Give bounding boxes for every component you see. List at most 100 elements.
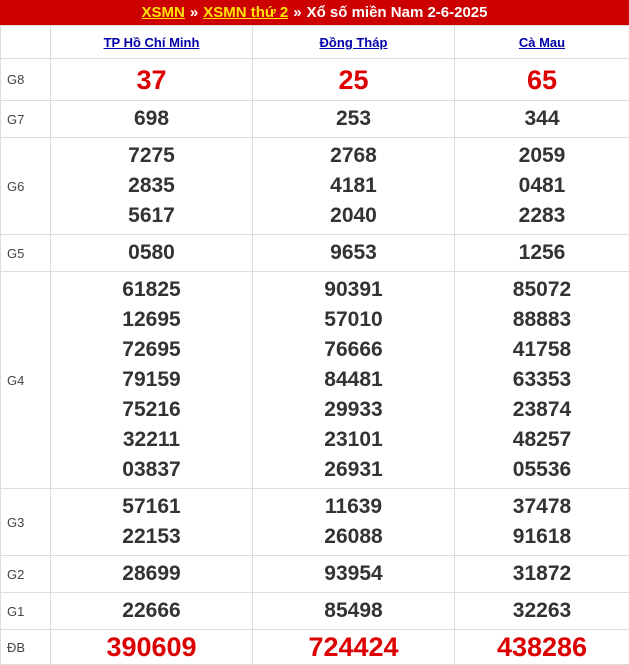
result-number: 32211 [51,425,252,455]
result-number: 2835 [51,171,252,201]
result-cell: 28699 [51,556,253,593]
result-number: 11639 [253,492,454,522]
result-cell: 37 [51,59,253,101]
result-number: 48257 [455,425,629,455]
result-cell: 85072888834175863353238744825705536 [455,272,629,489]
result-number: 26931 [253,455,454,485]
prize-row: G5058096531256 [1,235,629,272]
result-number: 0481 [455,171,629,201]
province-link-ca-mau[interactable]: Cà Mau [519,35,565,50]
province-header: TP Hồ Chí Minh [51,26,253,59]
result-cell: 31872 [455,556,629,593]
result-cell: 9653 [253,235,455,272]
breadcrumb-link-xsmn[interactable]: XSMN [142,4,185,21]
result-number: 23101 [253,425,454,455]
result-number: 41758 [455,335,629,365]
prize-row: G6727528355617276841812040205904812283 [1,138,629,235]
result-number: 29933 [253,395,454,425]
province-link-tp-ho-chi-minh[interactable]: TP Hồ Chí Minh [104,35,200,50]
prize-label: G4 [1,272,51,489]
result-number: 2283 [455,201,629,231]
result-number: 91618 [455,522,629,552]
result-cell: 93954 [253,556,455,593]
result-number: 85072 [455,275,629,305]
result-number: 26088 [253,522,454,552]
result-number: 37478 [455,492,629,522]
result-number: 9653 [253,238,454,268]
result-cell: 698 [51,101,253,138]
breadcrumb-separator: » [293,4,301,21]
result-cell: 724424 [253,630,455,665]
result-cell: 438286 [455,630,629,665]
province-link-dong-thap[interactable]: Đồng Tháp [320,35,388,50]
result-cell: 32263 [455,593,629,630]
result-number: 1256 [455,238,629,268]
result-number: 698 [51,104,252,134]
result-number: 25 [253,65,454,95]
result-number: 75216 [51,395,252,425]
result-number: 4181 [253,171,454,201]
result-number: 22666 [51,596,252,626]
result-number: 2768 [253,141,454,171]
result-number: 5617 [51,201,252,231]
breadcrumb-separator: » [190,4,198,21]
result-cell: 61825126957269579159752163221103837 [51,272,253,489]
result-cell: 276841812040 [253,138,455,235]
result-number: 88883 [455,305,629,335]
result-number: 0580 [51,238,252,268]
prize-label: ĐB [1,630,51,665]
result-number: 57010 [253,305,454,335]
prize-row: G461825126957269579159752163221103837903… [1,272,629,489]
result-number: 61825 [51,275,252,305]
prize-row: G2286999395431872 [1,556,629,593]
result-number: 2059 [455,141,629,171]
result-number: 84481 [253,365,454,395]
result-number: 93954 [253,559,454,589]
result-cell: 205904812283 [455,138,629,235]
result-cell: 727528355617 [51,138,253,235]
result-number: 03837 [51,455,252,485]
result-number: 390609 [51,632,252,662]
result-number: 253 [253,104,454,134]
result-cell: 5716122153 [51,489,253,556]
result-number: 32263 [455,596,629,626]
result-number: 344 [455,104,629,134]
prize-label: G6 [1,138,51,235]
result-cell: 65 [455,59,629,101]
prize-label: G3 [1,489,51,556]
prize-row: G7698253344 [1,101,629,138]
result-cell: 1256 [455,235,629,272]
prize-label: G5 [1,235,51,272]
result-number: 72695 [51,335,252,365]
result-number: 85498 [253,596,454,626]
breadcrumb-link-xsmn-thu-2[interactable]: XSMN thứ 2 [203,4,288,21]
table-header-row: TP Hồ Chí Minh Đồng Tháp Cà Mau [1,26,629,59]
result-cell: 25 [253,59,455,101]
result-number: 31872 [455,559,629,589]
result-number: 76666 [253,335,454,365]
result-cell: 90391570107666684481299332310126931 [253,272,455,489]
result-number: 57161 [51,492,252,522]
prize-label: G7 [1,101,51,138]
result-number: 7275 [51,141,252,171]
prize-label: G1 [1,593,51,630]
result-cell: 253 [253,101,455,138]
result-number: 79159 [51,365,252,395]
prize-row: ĐB390609724424438286 [1,630,629,665]
province-header: Đồng Tháp [253,26,455,59]
result-number: 63353 [455,365,629,395]
result-number: 2040 [253,201,454,231]
result-cell: 0580 [51,235,253,272]
result-number: 12695 [51,305,252,335]
result-number: 23874 [455,395,629,425]
prize-row: G3571612215311639260883747891618 [1,489,629,556]
result-number: 22153 [51,522,252,552]
breadcrumb-bar: XSMN » XSMN thứ 2 » Xổ số miền Nam 2-6-2… [0,0,629,25]
result-number: 724424 [253,632,454,662]
result-number: 28699 [51,559,252,589]
result-number: 65 [455,65,629,95]
result-number: 37 [51,65,252,95]
result-number: 90391 [253,275,454,305]
result-cell: 22666 [51,593,253,630]
results-table: TP Hồ Chí Minh Đồng Tháp Cà Mau G8372565… [0,25,629,665]
